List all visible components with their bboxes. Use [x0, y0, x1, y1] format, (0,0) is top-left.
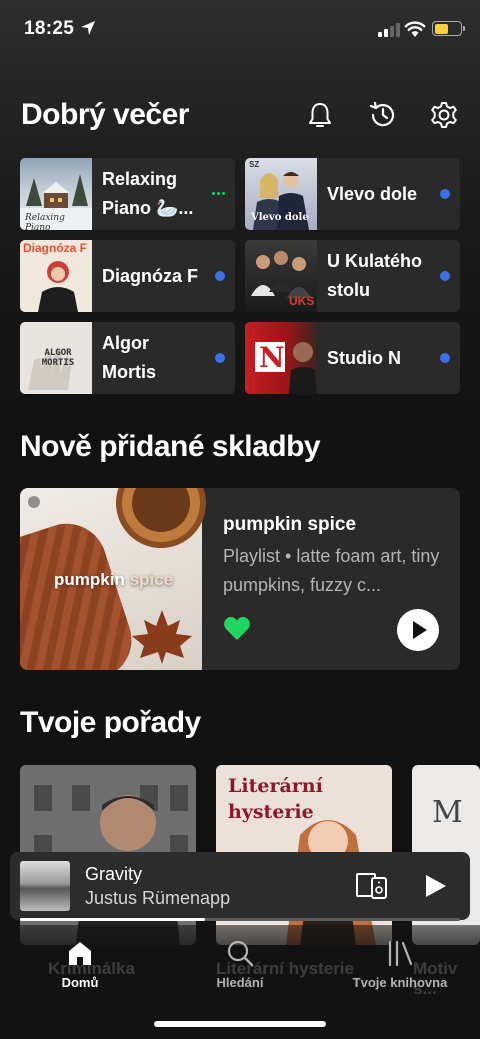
nav-label: Tvoje knihovna: [352, 975, 448, 990]
quick-card-title: Diagnóza F: [102, 265, 199, 286]
playlist-title: pumpkin spice: [223, 514, 357, 535]
nav-search[interactable]: Hledání: [170, 939, 310, 990]
quick-card-studio-n[interactable]: N Studio N: [245, 322, 460, 394]
playlist-description: Playlist • latte foam art, tiny pumpkins…: [223, 546, 440, 595]
playback-progress-fill: [20, 918, 205, 921]
sweater-decoration: [20, 513, 142, 670]
home-icon: [69, 942, 91, 965]
track-title: Gravity: [85, 864, 143, 884]
quick-card-relaxing-piano[interactable]: Relaxing Piano Relaxing Piano 🦢...: [20, 158, 235, 230]
cover-art: Diagnóza F: [20, 240, 92, 312]
section-title-your-shows: Tvoje pořady: [20, 706, 201, 739]
track-artist: Justus Rümenapp: [85, 888, 231, 908]
cover-art-label: Diagnóza F: [23, 241, 88, 255]
wifi-icon: [404, 21, 426, 37]
quick-card-title: Studio N: [327, 347, 401, 368]
quick-card-vlevo-dole[interactable]: SZ Vlevo dole Vlevo dole: [245, 158, 460, 230]
cover-art: ALGOR MORTIS: [20, 322, 92, 394]
section-title-new-tracks: Nově přidané skladby: [20, 430, 321, 463]
cover-art-label: Vlevo dole: [251, 212, 309, 223]
status-bar: 18:25: [0, 0, 480, 58]
cover-art: UKS: [245, 240, 317, 312]
cover-art: SZ Vlevo dole: [245, 158, 317, 230]
search-icon: [227, 940, 254, 967]
play-button[interactable]: [397, 609, 439, 651]
cover-art: N: [245, 322, 317, 394]
quick-card-title: Vlevo dole: [327, 183, 418, 204]
page-title: Dobrý večer: [21, 98, 189, 131]
battery-level: [434, 23, 449, 34]
nav-label: Hledání: [216, 975, 264, 990]
playback-progress[interactable]: [20, 918, 460, 921]
quick-card-u-kulateho-stolu[interactable]: UKS U Kulatého stolu: [245, 240, 460, 312]
more-dots-icon: [212, 192, 225, 195]
nav-home[interactable]: Domů: [10, 939, 150, 990]
new-episode-dot: [440, 189, 450, 199]
now-playing-bar[interactable]: Gravity Justus Rümenapp: [10, 852, 470, 921]
cover-art-label: UKS: [289, 294, 315, 308]
track-cover-art: [20, 861, 70, 911]
new-episode-dot: [440, 353, 450, 363]
playlist-cover-art: pumpkin spice: [20, 488, 206, 670]
bell-icon[interactable]: [305, 100, 335, 130]
coffee-cup-decoration: [116, 488, 206, 548]
quick-access-grid: Relaxing Piano Relaxing Piano 🦢... SZ Vl…: [20, 158, 460, 394]
show-art-title: Literární hysterie: [228, 775, 323, 823]
library-icon: [388, 940, 413, 967]
spotify-logo-icon: [28, 496, 40, 508]
featured-playlist-card[interactable]: pumpkin spice pumpkin spice Playlist • l…: [20, 488, 460, 670]
maple-leaf-decoration: [132, 610, 192, 664]
cover-art-title: pumpkin spice: [54, 570, 174, 589]
heart-icon[interactable]: [223, 616, 251, 642]
nav-label: Domů: [61, 975, 99, 990]
new-episode-dot: [215, 271, 225, 281]
status-time: 18:25: [24, 18, 75, 39]
play-button[interactable]: [426, 875, 446, 897]
cover-art-label: ALGOR MORTIS: [41, 348, 75, 368]
quick-card-diagnoza-f[interactable]: Diagnóza F Diagnóza F: [20, 240, 235, 312]
gear-icon[interactable]: [429, 100, 459, 130]
cover-art-label: Relaxing Piano: [25, 213, 65, 230]
new-episode-dot: [215, 353, 225, 363]
connect-device-icon[interactable]: [356, 872, 388, 900]
sz-logo: SZ: [249, 160, 260, 169]
cellular-signal-icon: [378, 23, 400, 37]
n-logo: N: [259, 341, 285, 374]
show-art-title: M: [432, 795, 463, 830]
new-episode-dot: [440, 271, 450, 281]
nav-library[interactable]: Tvoje knihovna: [330, 939, 470, 990]
battery-icon: [432, 21, 465, 36]
home-indicator: [154, 1021, 326, 1027]
cover-art: Relaxing Piano: [20, 158, 92, 230]
quick-card-algor-mortis[interactable]: ALGOR MORTIS Algor Mortis: [20, 322, 235, 394]
history-icon[interactable]: [368, 100, 398, 130]
location-arrow-icon: [81, 21, 95, 35]
